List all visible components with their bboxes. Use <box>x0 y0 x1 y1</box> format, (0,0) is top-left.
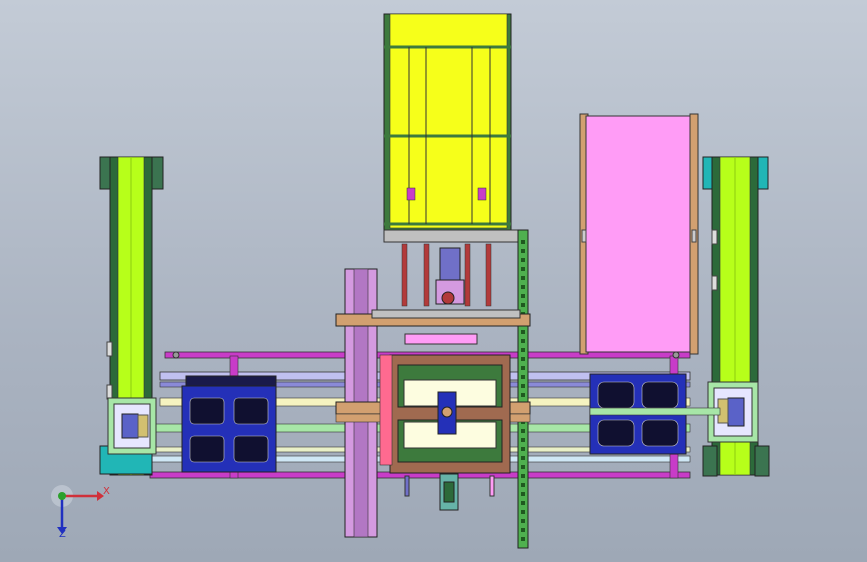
rail-hole <box>521 438 525 442</box>
rail-hole <box>521 537 525 541</box>
rail-hole <box>521 339 525 343</box>
center-fixture <box>379 333 511 474</box>
rail-hole <box>521 384 525 388</box>
rail-hole <box>521 357 525 361</box>
coordinate-triad[interactable] <box>51 485 104 534</box>
left-tray <box>181 375 277 473</box>
rail-hole <box>521 510 525 514</box>
rail-hole <box>521 348 525 352</box>
rail-hole <box>521 258 525 262</box>
rail-hole <box>521 465 525 469</box>
rail-hole <box>521 294 525 298</box>
rail-hole <box>521 501 525 505</box>
rail-hole <box>521 474 525 478</box>
cad-assembly-viewport[interactable] <box>0 0 867 562</box>
yellow-hopper <box>383 13 522 243</box>
rail-hole <box>521 267 525 271</box>
left-conveyor <box>99 156 164 476</box>
rail-hole <box>521 240 525 244</box>
bottom-motor <box>404 473 495 511</box>
rail-hole <box>521 429 525 433</box>
right-tray <box>589 373 721 455</box>
rail-hole <box>521 456 525 460</box>
rail-hole <box>521 519 525 523</box>
rail-hole <box>521 366 525 370</box>
z-axis-label: Z <box>59 529 66 540</box>
rail-hole <box>521 249 525 253</box>
feeder-rods <box>401 243 492 307</box>
rail-hole <box>521 303 525 307</box>
right-conveyor <box>702 156 770 477</box>
rail-hole <box>521 285 525 289</box>
rail-hole <box>521 276 525 280</box>
rail-hole <box>521 447 525 451</box>
x-axis-label: X <box>103 486 110 497</box>
rail-hole <box>521 330 525 334</box>
rail-hole <box>521 528 525 532</box>
pink-panel <box>579 113 699 355</box>
y-axis-dot <box>58 492 66 500</box>
rail-hole <box>521 375 525 379</box>
rail-hole <box>521 492 525 496</box>
rail-hole <box>521 483 525 487</box>
rail-hole <box>521 393 525 397</box>
